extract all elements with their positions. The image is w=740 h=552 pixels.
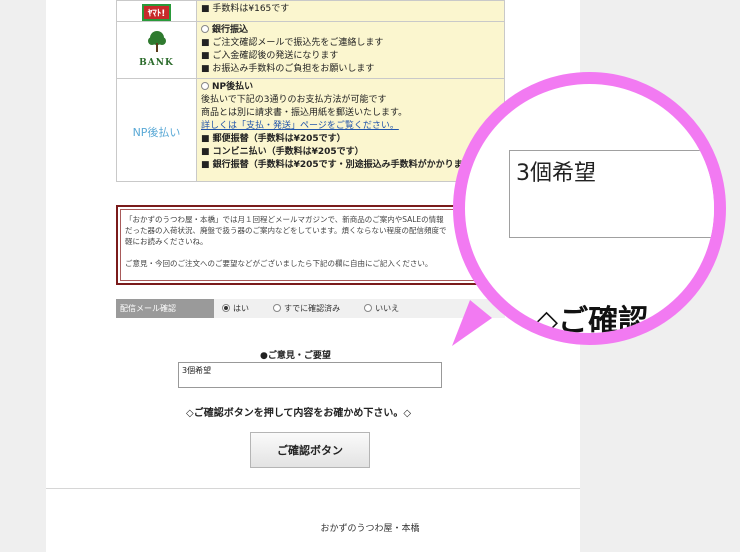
bank-line: ■ ご注文確認メールで振込先をご連絡します xyxy=(201,38,384,48)
notice-line: 「おかずのうつわ屋・本橋」では月１回程どメールマガジンで、新商品のご案内やSAL… xyxy=(125,215,444,224)
tree-icon xyxy=(147,31,166,52)
np-line: 商品とは別に請求書・振込用紙を郵送いたします。 xyxy=(201,108,408,118)
bank-detail: 銀行振込 ■ ご注文確認メールで振込先をご連絡します ■ ご入金確認後の発送にな… xyxy=(196,21,505,79)
request-textarea[interactable]: 3個希望 xyxy=(178,362,442,388)
footer-divider xyxy=(46,488,580,489)
np-radio[interactable] xyxy=(201,82,209,90)
mailmag-option-confirmed[interactable]: すでに確認済み xyxy=(273,303,340,314)
cod-detail: ■ 手数料は¥165です xyxy=(196,0,505,22)
np-option: ■ コンビニ払い（手数料は¥205です） xyxy=(201,147,364,157)
radio[interactable] xyxy=(273,304,281,312)
radio-selected[interactable] xyxy=(222,304,230,312)
option-label: いいえ xyxy=(375,304,400,313)
notice-line: だった器の入荷状況、廃盤で扱う器のご案内などをしています。煩くならない程度の配信… xyxy=(125,226,447,235)
option-label: すでに確認済み xyxy=(284,304,341,313)
radio[interactable] xyxy=(364,304,373,312)
cod-logo-cell: ﾔﾏﾄ! xyxy=(116,0,197,22)
payment-methods-table: ﾔﾏﾄ! ■ 手数料は¥165です BANK 銀行振込 ■ ご注文確認メールで振… xyxy=(116,0,505,182)
mailmag-label: 配信メール確認 xyxy=(116,299,214,318)
magnified-textarea: 3個希望 xyxy=(509,150,714,238)
np-title: NP後払い xyxy=(212,82,254,92)
np-line: 後払いで下記の3通りのお支払方法が可能です xyxy=(201,95,387,105)
confirm-button[interactable]: ご確認ボタン xyxy=(250,432,370,468)
magnifier-callout: 3個希望 ◇ご確認 xyxy=(453,72,726,345)
np-logo-cell: NP後払い xyxy=(116,78,197,182)
mailmag-confirm-row: 配信メール確認 はい すでに確認済み いいえ xyxy=(116,299,505,318)
yamato-logo: ﾔﾏﾄ! xyxy=(141,4,172,21)
np-logo: NP後払い xyxy=(132,125,181,139)
np-option: ■ 郵便振替（手数料は¥205です） xyxy=(201,134,346,144)
bank-title: 銀行振込 xyxy=(212,25,249,35)
np-info-link[interactable]: 詳しくは「支払・発送」ページをご覧ください。 xyxy=(201,120,501,133)
bank-logo-cell: BANK xyxy=(116,21,197,79)
mailmag-option-no[interactable]: いいえ xyxy=(364,303,399,314)
bank-line: ■ ご入金確認後の発送になります xyxy=(201,51,339,61)
bank-logo-text: BANK xyxy=(139,58,174,68)
mailmag-notice: 「おかずのうつわ屋・本橋」では月１回程どメールマガジンで、新商品のご案内やSAL… xyxy=(116,205,486,285)
magnified-guide-text: ◇ご確認 xyxy=(535,304,649,339)
notice-line: ご意見・今回のご注文へのご要望などがございましたら下記の欄に自由にご記入ください… xyxy=(125,259,433,268)
confirm-guide-text: ◇ご確認ボタンを押して内容をお確かめ下さい。◇ xyxy=(186,408,412,419)
request-title: ●ご意見・ご要望 xyxy=(260,351,331,361)
notice-line: 軽にお読みくださいね。 xyxy=(125,237,208,246)
bank-line: ■ お振込み手数料のご負担をお願いします xyxy=(201,64,375,74)
cod-fee-text: ■ 手数料は¥165です xyxy=(201,4,290,14)
option-label: はい xyxy=(233,304,249,313)
footer-shop-name: おかずのうつわ屋・本橋 xyxy=(0,521,740,534)
np-detail: NP後払い 後払いで下記の3通りのお支払方法が可能です 商品とは別に請求書・振込… xyxy=(196,78,505,182)
bank-radio[interactable] xyxy=(201,25,209,33)
footer-text: おかずのうつわ屋・本橋 xyxy=(320,524,420,534)
np-option: ■ 銀行振替（手数料は¥205です・別途振込み手数料がかかります） xyxy=(201,160,481,170)
mailmag-option-yes[interactable]: はい xyxy=(222,303,249,314)
